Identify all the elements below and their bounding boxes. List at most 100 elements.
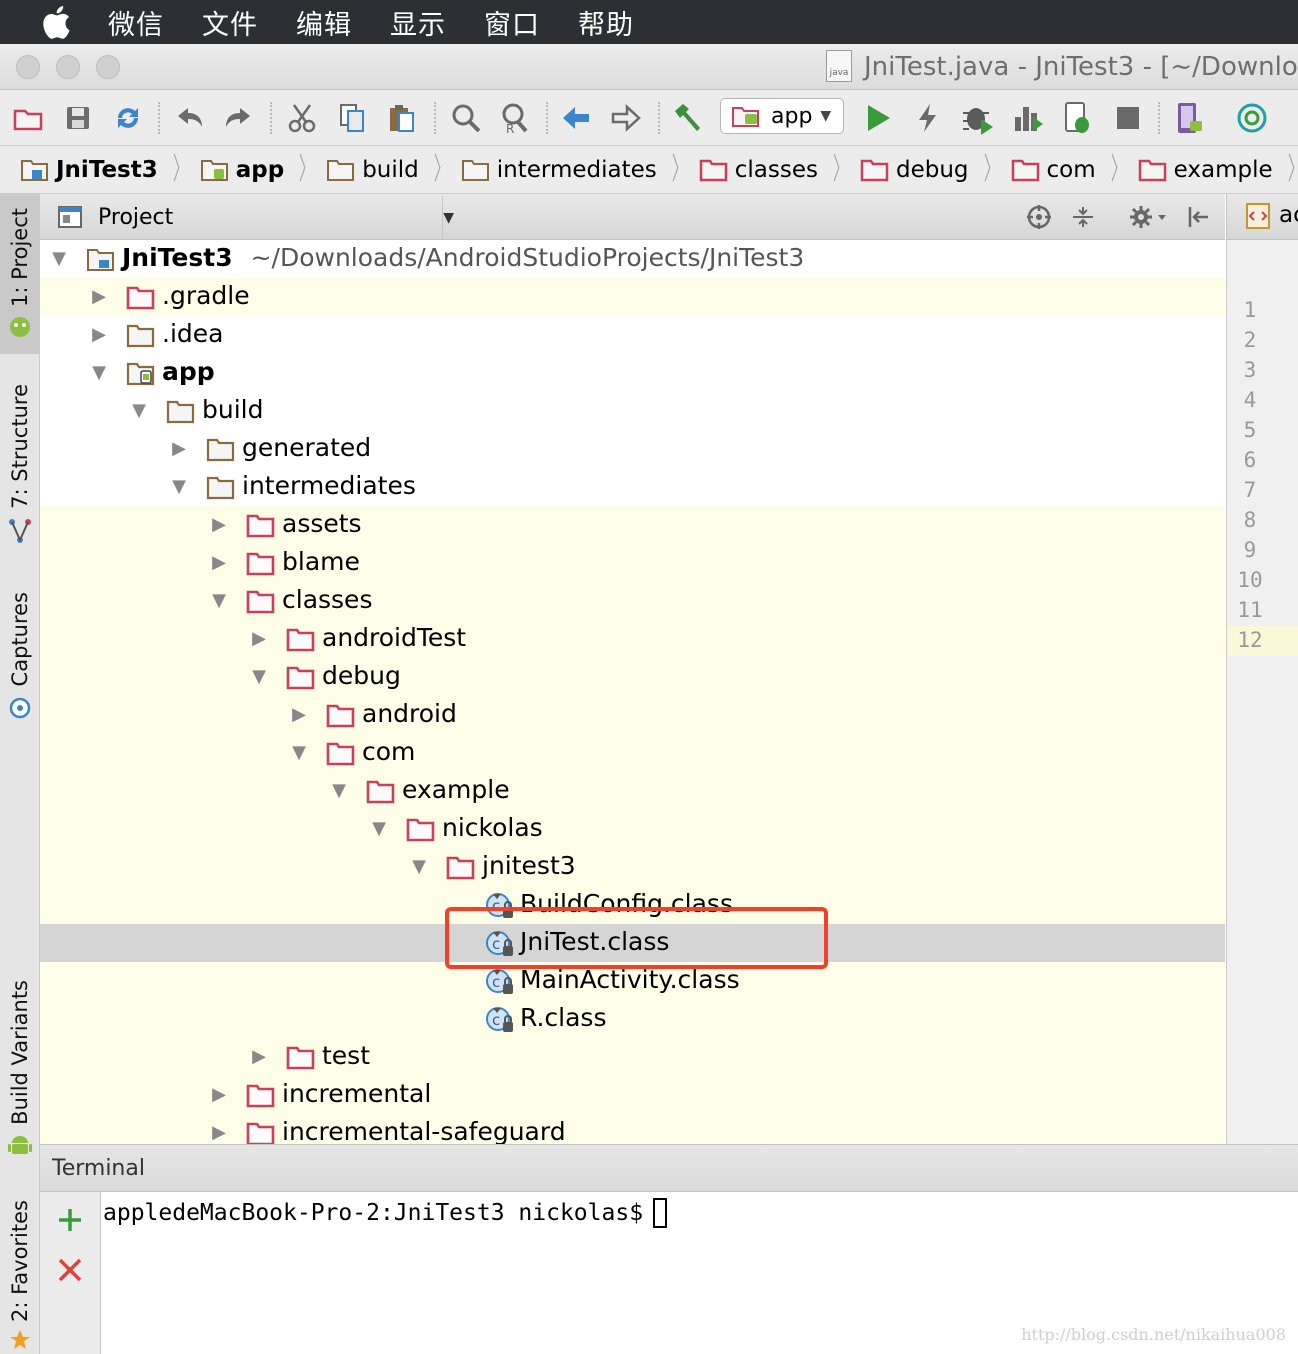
expand-arrow-icon[interactable]: ▼	[208, 590, 230, 611]
find-icon[interactable]	[448, 100, 484, 136]
collapse-arrow-icon[interactable]: ▶	[88, 286, 110, 307]
project-view-selector[interactable]: Project ▼	[56, 198, 454, 236]
run-configuration-select[interactable]: app ▼	[720, 98, 844, 134]
tree-folder-row[interactable]: ▶ incremental-safeguard	[40, 1114, 1225, 1144]
line-number: 3	[1243, 358, 1257, 382]
build-hammer-icon[interactable]	[670, 100, 706, 136]
editor-tab-strip: ac	[1226, 194, 1298, 240]
expand-arrow-icon[interactable]: ▼	[168, 476, 190, 497]
tree-folder-row[interactable]: ▼ classes	[40, 582, 1225, 620]
tree-folder-row[interactable]: ▶ android	[40, 696, 1225, 734]
sync-icon[interactable]	[110, 100, 146, 136]
expand-arrow-icon[interactable]: ▼	[48, 248, 70, 269]
breadcrumb-app[interactable]: app 〉	[200, 154, 322, 185]
expand-arrow-icon[interactable]: ▼	[408, 856, 430, 877]
expand-arrow-icon[interactable]: ▼	[248, 666, 270, 687]
copy-icon[interactable]	[334, 100, 370, 136]
breadcrumb-build[interactable]: build 〉	[326, 154, 457, 185]
menu-window[interactable]: 窗口	[484, 3, 540, 42]
tab-structure[interactable]: 7: Structure	[0, 384, 40, 554]
collapse-arrow-icon[interactable]: ▶	[248, 1046, 270, 1067]
tree-file-row[interactable]: c R.class	[40, 1000, 1225, 1038]
tree-folder-row[interactable]: ▶ androidTest	[40, 620, 1225, 658]
redo-icon[interactable]	[220, 100, 256, 136]
menu-edit[interactable]: 编辑	[296, 3, 352, 42]
menu-wechat[interactable]: 微信	[108, 3, 164, 42]
collapse-arrow-icon[interactable]: ▶	[208, 514, 230, 535]
zoom-window-button[interactable]	[96, 55, 120, 79]
menu-file[interactable]: 文件	[202, 3, 258, 42]
cut-icon[interactable]	[284, 100, 320, 136]
tab-favorites[interactable]: 2: Favorites	[0, 1200, 40, 1354]
editor-tab-label[interactable]: ac	[1279, 202, 1298, 228]
save-all-icon[interactable]	[60, 100, 96, 136]
breadcrumb-example[interactable]: example〉	[1138, 154, 1298, 185]
sync-gradle-icon[interactable]	[1234, 100, 1270, 136]
open-icon[interactable]	[10, 100, 46, 136]
breadcrumb-classes[interactable]: classes 〉	[699, 154, 856, 185]
debug-icon[interactable]	[960, 100, 996, 136]
tree-folder-row[interactable]: ▶ assets	[40, 506, 1225, 544]
breadcrumb-project[interactable]: JniTest3 〉	[20, 154, 196, 185]
forward-arrow-icon[interactable]	[608, 100, 644, 136]
tab-project[interactable]: 1: Project	[0, 194, 40, 354]
collapse-arrow-icon[interactable]: ▶	[208, 1122, 230, 1143]
replace-icon[interactable]: R	[496, 100, 532, 136]
tree-folder-row[interactable]: ▶ blame	[40, 544, 1225, 582]
tree-item-label: incremental-safeguard	[282, 1117, 566, 1144]
menu-help[interactable]: 帮助	[578, 3, 634, 42]
locate-file-icon[interactable]	[1024, 202, 1054, 232]
tree-item-label: jnitest3	[482, 851, 576, 880]
tree-folder-row[interactable]: ▶ test	[40, 1038, 1225, 1076]
tree-folder-row[interactable]: ▼ intermediates	[40, 468, 1225, 506]
tree-folder-row[interactable]: ▼ nickolas	[40, 810, 1225, 848]
tree-folder-row[interactable]: ▶ generated	[40, 430, 1225, 468]
expand-arrow-icon[interactable]: ▼	[328, 780, 350, 801]
collapse-arrow-icon[interactable]: ▶	[288, 704, 310, 725]
back-arrow-icon[interactable]	[558, 100, 594, 136]
stop-icon[interactable]	[1110, 100, 1146, 136]
breadcrumb-com[interactable]: com 〉	[1011, 154, 1134, 185]
menu-view[interactable]: 显示	[390, 3, 446, 42]
collapse-arrow-icon[interactable]: ▶	[208, 552, 230, 573]
collapse-arrow-icon[interactable]: ▶	[88, 324, 110, 345]
expand-arrow-icon[interactable]: ▼	[368, 818, 390, 839]
tree-folder-row[interactable]: ▼ com	[40, 734, 1225, 772]
collapse-arrow-icon[interactable]: ▶	[168, 438, 190, 459]
breadcrumb-intermediates[interactable]: intermediates 〉	[461, 154, 695, 185]
expand-arrow-icon[interactable]: ▼	[128, 400, 150, 421]
minimize-window-button[interactable]	[56, 55, 80, 79]
tab-captures[interactable]: Captures	[0, 592, 40, 732]
tree-folder-row[interactable]: ▼ build	[40, 392, 1225, 430]
close-window-button[interactable]	[16, 55, 40, 79]
tree-folder-row[interactable]: ▶ incremental	[40, 1076, 1225, 1114]
breadcrumb-debug[interactable]: debug 〉	[860, 154, 1007, 185]
expand-arrow-icon[interactable]: ▼	[88, 362, 110, 383]
tree-folder-row[interactable]: ▶ .gradle	[40, 278, 1225, 316]
undo-icon[interactable]	[172, 100, 208, 136]
hide-panel-icon[interactable]	[1184, 202, 1214, 232]
terminal-body[interactable]: appledeMacBook-Pro-2:JniTest3 nickolas$ …	[101, 1192, 1298, 1354]
expand-arrow-icon[interactable]: ▼	[288, 742, 310, 763]
tree-folder-row[interactable]: ▼ jnitest3	[40, 848, 1225, 886]
apple-icon[interactable]	[30, 0, 82, 44]
tree-folder-row[interactable]: ▼ example	[40, 772, 1225, 810]
tree-folder-row[interactable]: ▼ app	[40, 354, 1225, 392]
avd-manager-icon[interactable]	[1172, 100, 1208, 136]
attach-debugger-icon[interactable]	[1060, 100, 1096, 136]
new-session-plus-icon[interactable]	[56, 1206, 84, 1238]
tree-folder-row[interactable]: ▼ JniTest3 ~/Downloads/AndroidStudioProjec…	[40, 240, 1225, 278]
tab-build-variants[interactable]: Build Variants	[0, 980, 40, 1160]
collapse-arrow-icon[interactable]: ▶	[208, 1084, 230, 1105]
run-icon[interactable]	[860, 100, 896, 136]
apply-changes-icon[interactable]	[910, 100, 946, 136]
android-icon	[10, 316, 30, 337]
tree-folder-row[interactable]: ▶ .idea	[40, 316, 1225, 354]
collapse-all-icon[interactable]	[1068, 202, 1098, 232]
settings-gear-icon[interactable]	[1126, 202, 1170, 232]
close-session-x-icon[interactable]	[56, 1256, 84, 1288]
collapse-arrow-icon[interactable]: ▶	[248, 628, 270, 649]
tree-folder-row[interactable]: ▼ debug	[40, 658, 1225, 696]
paste-icon[interactable]	[384, 100, 420, 136]
profile-icon[interactable]	[1010, 100, 1046, 136]
